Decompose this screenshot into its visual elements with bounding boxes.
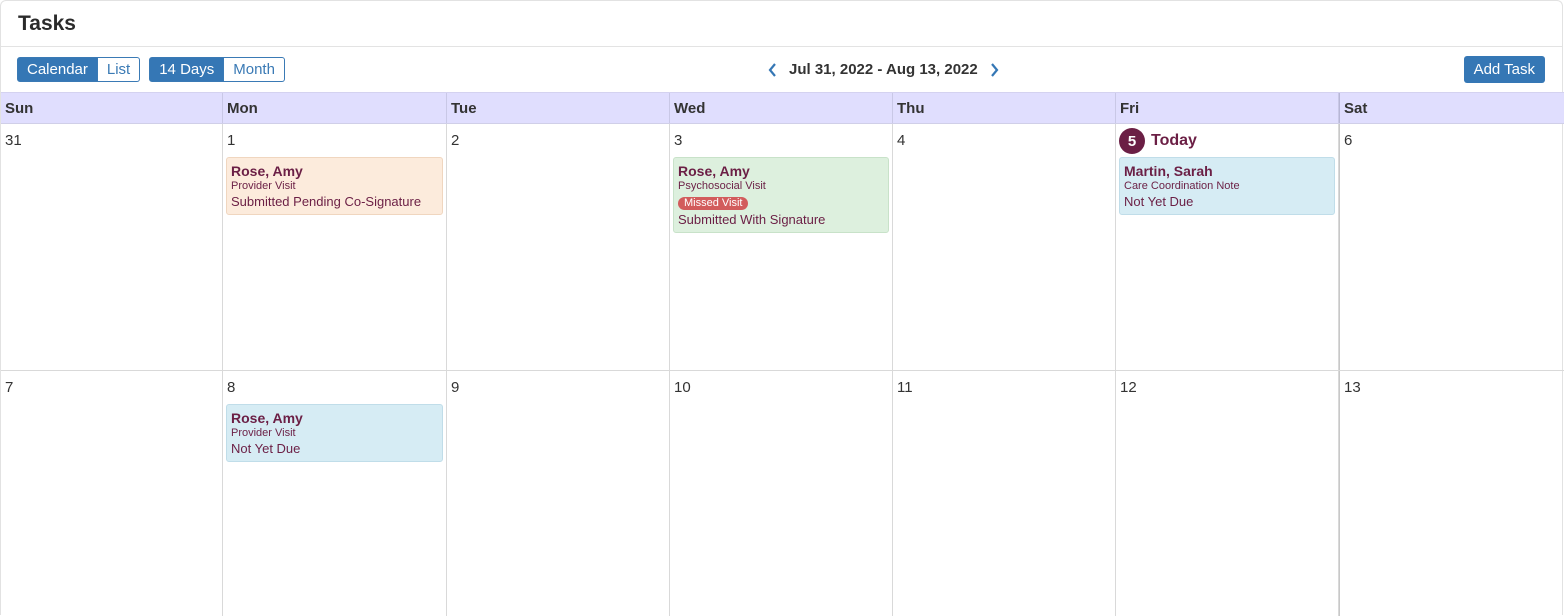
day-cell-aug-2[interactable]: 2 bbox=[447, 124, 670, 370]
date-navigation: Jul 31, 2022 - Aug 13, 2022 bbox=[763, 57, 1004, 82]
day-cell-aug-8[interactable]: 8 Rose, Amy Provider Visit Not Yet Due bbox=[223, 371, 447, 616]
day-number: 31 bbox=[5, 132, 22, 149]
date-range-label: Jul 31, 2022 - Aug 13, 2022 bbox=[789, 61, 978, 78]
event-status: Not Yet Due bbox=[231, 441, 301, 456]
list-view-button[interactable]: List bbox=[97, 57, 141, 82]
weekday-header: Sun Mon Tue Wed Thu Fri Sat bbox=[1, 92, 1564, 124]
day-cell-aug-6[interactable]: 6 bbox=[1339, 124, 1564, 370]
week-row-2: 7 8 Rose, Amy Provider Visit Not Yet Due… bbox=[1, 371, 1564, 616]
weekday-wed: Wed bbox=[670, 93, 893, 123]
event-patient-name: Rose, Amy bbox=[231, 163, 303, 179]
today-day-badge: 5 bbox=[1119, 128, 1145, 154]
day-number: 7 bbox=[5, 379, 14, 396]
day-number: 3 bbox=[674, 132, 683, 149]
today-indicator: 5 Today bbox=[1119, 128, 1197, 154]
missed-visit-badge: Missed Visit bbox=[678, 197, 749, 210]
day-cell-aug-1[interactable]: 1 Rose, Amy Provider Visit Submitted Pen… bbox=[223, 124, 447, 370]
event-task-type: Psychosocial Visit bbox=[678, 180, 766, 192]
view-toggle: Calendar List bbox=[17, 57, 141, 82]
title-bar: Tasks bbox=[1, 1, 1562, 47]
task-event[interactable]: Rose, Amy Psychosocial Visit Missed Visi… bbox=[673, 157, 889, 233]
event-task-type: Provider Visit bbox=[231, 180, 296, 192]
day-cell-aug-13[interactable]: 13 bbox=[1339, 371, 1564, 616]
weekday-fri: Fri bbox=[1116, 93, 1339, 123]
event-status: Submitted Pending Co-Signature bbox=[231, 194, 422, 209]
event-patient-name: Rose, Amy bbox=[678, 163, 750, 179]
month-button[interactable]: Month bbox=[224, 57, 285, 82]
day-number: 1 bbox=[227, 132, 236, 149]
day-cell-aug-12[interactable]: 12 bbox=[1116, 371, 1339, 616]
day-cell-aug-7[interactable]: 7 bbox=[1, 371, 223, 616]
day-cell-aug-11[interactable]: 11 bbox=[893, 371, 1116, 616]
event-patient-name: Rose, Amy bbox=[231, 410, 303, 426]
calendar-view-button[interactable]: Calendar bbox=[17, 57, 98, 82]
day-cell-aug-4[interactable]: 4 bbox=[893, 124, 1116, 370]
calendar-grid: Sun Mon Tue Wed Thu Fri Sat 31 1 Rose, A… bbox=[1, 92, 1564, 616]
day-number: 11 bbox=[897, 379, 913, 396]
chevron-right-icon[interactable] bbox=[984, 57, 1004, 82]
event-status: Not Yet Due bbox=[1124, 194, 1194, 209]
day-number: 10 bbox=[674, 379, 691, 396]
day-number: 2 bbox=[451, 132, 460, 149]
add-task-button[interactable]: Add Task bbox=[1463, 56, 1545, 83]
task-event[interactable]: Martin, Sarah Care Coordination Note Not… bbox=[1119, 157, 1335, 215]
event-patient-name: Martin, Sarah bbox=[1124, 163, 1213, 179]
week-row-1: 31 1 Rose, Amy Provider Visit Submitted … bbox=[1, 124, 1564, 371]
task-event[interactable]: Rose, Amy Provider Visit Not Yet Due bbox=[226, 404, 443, 462]
range-toggle: 14 Days Month bbox=[149, 57, 285, 82]
weekday-sun: Sun bbox=[1, 93, 223, 123]
tasks-panel: Tasks Calendar List 14 Days Month Jul 31… bbox=[0, 0, 1564, 616]
page-title: Tasks bbox=[18, 11, 76, 35]
toolbar: Calendar List 14 Days Month Jul 31, 2022… bbox=[1, 47, 1562, 92]
weekday-tue: Tue bbox=[447, 93, 670, 123]
day-cell-aug-10[interactable]: 10 bbox=[670, 371, 893, 616]
chevron-left-icon[interactable] bbox=[763, 57, 783, 82]
day-number: 13 bbox=[1344, 379, 1361, 396]
day-number: 6 bbox=[1344, 132, 1353, 149]
day-cell-aug-3[interactable]: 3 Rose, Amy Psychosocial Visit Missed Vi… bbox=[670, 124, 893, 370]
day-number: 4 bbox=[897, 132, 906, 149]
day-cell-jul-31[interactable]: 31 bbox=[1, 124, 223, 370]
event-status: Submitted With Signature bbox=[678, 212, 826, 227]
day-number: 12 bbox=[1120, 379, 1137, 396]
weekday-mon: Mon bbox=[223, 93, 447, 123]
task-event[interactable]: Rose, Amy Provider Visit Submitted Pendi… bbox=[226, 157, 443, 215]
day-number: 8 bbox=[227, 379, 236, 396]
weekday-sat: Sat bbox=[1339, 93, 1564, 123]
day-cell-aug-9[interactable]: 9 bbox=[447, 371, 670, 616]
day-number: 9 bbox=[451, 379, 460, 396]
weekday-thu: Thu bbox=[893, 93, 1116, 123]
event-task-type: Care Coordination Note bbox=[1124, 180, 1240, 192]
day-cell-aug-5[interactable]: 5 Today Martin, Sarah Care Coordination … bbox=[1116, 124, 1339, 370]
14-days-button[interactable]: 14 Days bbox=[149, 57, 225, 82]
event-task-type: Provider Visit bbox=[231, 427, 296, 439]
today-label: Today bbox=[1151, 132, 1197, 149]
